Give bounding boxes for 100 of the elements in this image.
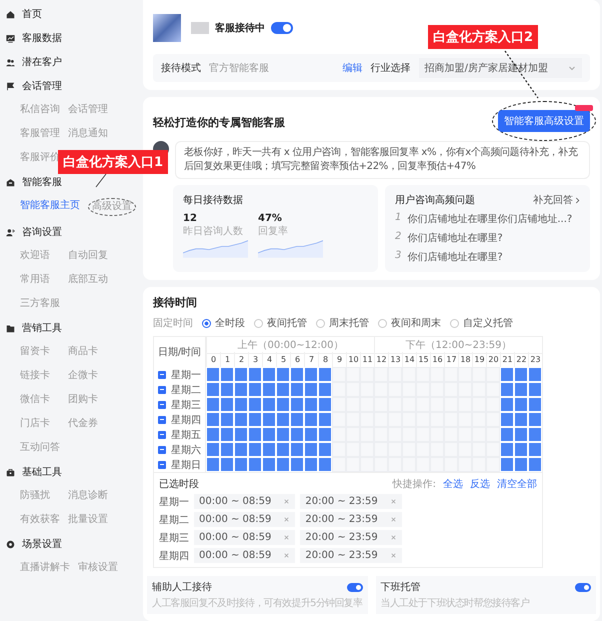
time-cell[interactable] [486, 367, 500, 382]
sidebar-item[interactable]: 客服数据 [6, 26, 142, 50]
radio-option[interactable]: 全时段 [202, 316, 245, 330]
sidebar-item[interactable]: 场景设置 [6, 532, 142, 556]
sidebar-subitem[interactable]: 智能客服主页 [20, 194, 80, 218]
sidebar-subitem[interactable]: 防骚扰 [20, 484, 60, 508]
radio-option[interactable]: 夜间和周末 [378, 316, 441, 330]
time-cell[interactable] [486, 412, 500, 427]
day-text: 星期五 [171, 428, 201, 442]
sidebar-subitem[interactable]: 代金券 [68, 412, 98, 436]
time-cell[interactable] [486, 382, 500, 397]
time-cell[interactable] [486, 457, 500, 472]
sidebar-subitem[interactable]: 门店卡 [20, 412, 60, 436]
checkbox[interactable] [158, 446, 166, 454]
close-icon[interactable] [283, 498, 290, 505]
time-cell[interactable] [332, 442, 346, 457]
day-text: 星期日 [171, 458, 201, 472]
sidebar-item[interactable]: 潜在客户 [6, 50, 142, 74]
time-cell[interactable] [486, 427, 500, 442]
sidebar-subitem[interactable]: 有效获客 [20, 508, 60, 532]
time-range-tag: 00:00 ~ 08:59 [194, 494, 296, 509]
close-icon[interactable] [390, 552, 397, 559]
sidebar-subitem[interactable]: 高级设置 [88, 198, 136, 216]
close-icon[interactable] [283, 516, 290, 523]
sidebar-subitem[interactable]: 企微卡 [68, 364, 98, 388]
sidebar-subitem[interactable]: 商品卡 [68, 340, 98, 364]
checkbox[interactable] [158, 460, 166, 468]
quick-actions-label: 快捷操作: [392, 478, 436, 491]
day-text: 星期二 [171, 384, 201, 396]
time-cell[interactable] [332, 397, 346, 412]
sparkline [258, 238, 323, 258]
toggle-switch[interactable] [346, 582, 362, 592]
quick-action-link[interactable]: 全选 [443, 477, 463, 491]
sidebar-subitem[interactable]: 互动问答 [20, 436, 60, 460]
close-icon[interactable] [283, 552, 290, 559]
checkbox[interactable] [158, 430, 166, 438]
close-icon[interactable] [283, 534, 290, 541]
edit-link[interactable]: 编辑 [342, 61, 363, 75]
sidebar-subitem[interactable]: 常用语 [20, 268, 60, 292]
sidebar-item[interactable]: 咨询设置 [6, 220, 142, 244]
time-cell[interactable] [332, 367, 346, 382]
feature-title: 下班托管 [380, 580, 420, 594]
sidebar-subitem[interactable]: 客服管理 [20, 122, 60, 146]
sidebar-item[interactable]: 会话管理 [6, 74, 142, 98]
question-number: 2 [395, 231, 402, 244]
sidebar-subitem[interactable]: 会话管理 [68, 98, 108, 122]
sidebar-item[interactable]: 营销工具 [6, 316, 142, 340]
sidebar-item[interactable]: 基础工具 [6, 460, 142, 484]
checkbox[interactable] [158, 400, 166, 408]
leader-line [96, 174, 106, 188]
close-icon[interactable] [390, 498, 397, 505]
close-icon[interactable] [390, 516, 397, 523]
question-text[interactable]: 你们店铺地址在哪里? [407, 231, 503, 245]
sidebar-subitem[interactable]: 留资卡 [20, 340, 60, 364]
time-range-tag: 20:00 ~ 23:59 [300, 548, 402, 563]
time-cell[interactable] [332, 427, 346, 442]
sidebar-item[interactable]: 首页 [6, 2, 142, 26]
time-range-tag: 00:00 ~ 08:59 [194, 548, 296, 563]
time-cell[interactable] [486, 397, 500, 412]
time-cell[interactable] [332, 382, 346, 397]
sidebar-subitem[interactable]: 团购卡 [68, 388, 98, 412]
sidebar-subitem[interactable]: 三方客服 [20, 292, 60, 316]
radio-option[interactable]: 自定义托管 [450, 316, 513, 330]
sidebar-subitem[interactable]: 客服评价 [20, 146, 60, 170]
grid-header-cell: 日期/时间 [154, 337, 206, 367]
corner-badge [575, 105, 593, 111]
supplement-link[interactable]: 补充回答 [533, 193, 580, 207]
checkbox[interactable] [158, 386, 166, 394]
sidebar-subitem[interactable]: 消息诊断 [68, 484, 108, 508]
sidebar-subitem[interactable]: 欢迎语 [20, 244, 60, 268]
sidebar-subitem[interactable]: 微信卡 [20, 388, 60, 412]
sidebar-subitem[interactable]: 私信咨询 [20, 98, 60, 122]
checkbox[interactable] [158, 416, 166, 424]
quick-action-link[interactable]: 反选 [470, 477, 490, 491]
sidebar-subitem[interactable]: 消息通知 [68, 122, 108, 146]
time-range-tag: 20:00 ~ 23:59 [300, 530, 402, 545]
panel-title: 每日接待数据 [183, 195, 243, 206]
sidebar-subitem[interactable]: 审核设置 [78, 556, 118, 580]
time-cell[interactable] [486, 442, 500, 457]
time-cell[interactable] [332, 457, 346, 472]
people-icon [6, 58, 15, 66]
stat-label: 昨日咨询人数 [183, 225, 244, 238]
toggle-switch[interactable] [575, 582, 591, 592]
industry-select[interactable]: 招商加盟/房产家居建材加盟 [418, 58, 582, 78]
sidebar-subitem[interactable]: 批量设置 [68, 508, 108, 532]
checkbox[interactable] [158, 370, 166, 378]
close-icon[interactable] [390, 534, 397, 541]
advanced-settings-button[interactable]: 智能客服高级设置 [498, 110, 590, 132]
sidebar-subitem[interactable]: 底部互动 [68, 268, 108, 292]
sidebar-subitem[interactable]: 自动回复 [68, 244, 108, 268]
question-text[interactable]: 你们店铺地址在哪里? [407, 250, 503, 264]
sidebar-subitem[interactable]: 链接卡 [20, 364, 60, 388]
question-text[interactable]: 你们店铺地址在哪里你们店铺地址...? [407, 212, 572, 226]
sidebar-subitem[interactable]: 直播讲解卡 [20, 556, 70, 580]
radio-option[interactable]: 周末托管 [316, 316, 369, 330]
time-cell[interactable] [332, 412, 346, 427]
radio-option[interactable]: 夜间托管 [254, 316, 307, 330]
toggle-switch[interactable] [271, 22, 293, 34]
mode-value: 官方智能客服 [209, 62, 269, 75]
quick-action-link[interactable]: 清空全部 [497, 477, 537, 491]
